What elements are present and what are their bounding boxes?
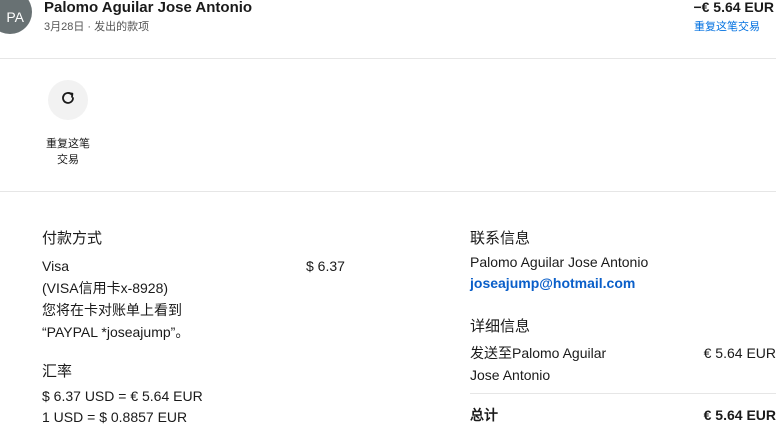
contact-info-title: 联系信息 [470, 230, 531, 247]
contact-email-link[interactable]: joseajump@hotmail.com [470, 272, 635, 294]
section-divider [0, 191, 776, 192]
transaction-date-type: 3月28日 · 发出的款项 [44, 21, 150, 33]
payment-line: 您将在卡对账单上看到 [42, 302, 182, 318]
refresh-icon [60, 90, 76, 111]
repeat-button-circle[interactable] [48, 80, 88, 120]
payment-line: “PAYPAL *joseajump”。 [42, 324, 190, 340]
repeat-transaction-button[interactable]: 重复这笔交易 [30, 78, 106, 168]
sent-to-recipient: 发送至Palomo Aguilar Jose Antonio [470, 342, 606, 386]
exchange-line: $ 6.37 USD = € 5.64 EUR [42, 388, 203, 404]
payment-line: Visa [42, 258, 69, 274]
avatar: PA [0, 0, 32, 34]
sent-to-line: Jose Antonio [470, 367, 551, 383]
sent-amount: € 5.64 EUR [703, 345, 776, 361]
contact-name: Palomo Aguilar Jose Antonio [470, 254, 649, 270]
transaction-amount: −€ 5.64 EUR [693, 0, 774, 15]
payee-name: Palomo Aguilar Jose Antonio [44, 0, 253, 16]
sent-to-line: 发送至Palomo Aguilar [470, 345, 607, 361]
payment-line: (VISA信用卡x-8928) [42, 280, 169, 296]
transaction-header: PA Palomo Aguilar Jose Antonio 3月28日 · 发… [0, 0, 776, 59]
exchange-rate-details: $ 6.37 USD = € 5.64 EUR 1 USD = $ 0.8857… [42, 386, 203, 428]
payment-method-details: Visa (VISA信用卡x-8928) 您将在卡对账单上看到 “PAYPAL … [42, 255, 189, 343]
exchange-rate-title: 汇率 [42, 363, 73, 380]
payment-method-title: 付款方式 [42, 230, 103, 247]
total-divider [470, 393, 776, 394]
total-label: 总计 [470, 407, 498, 423]
exchange-line: 1 USD = $ 0.8857 EUR [42, 409, 188, 425]
repeat-button-label: 重复这笔交易 [46, 138, 90, 166]
total-amount: € 5.64 EUR [703, 407, 776, 423]
repeat-transaction-link[interactable]: 重复这笔交易 [694, 18, 760, 34]
payment-amount: $ 6.37 [306, 258, 345, 274]
details-title: 详细信息 [470, 318, 531, 335]
